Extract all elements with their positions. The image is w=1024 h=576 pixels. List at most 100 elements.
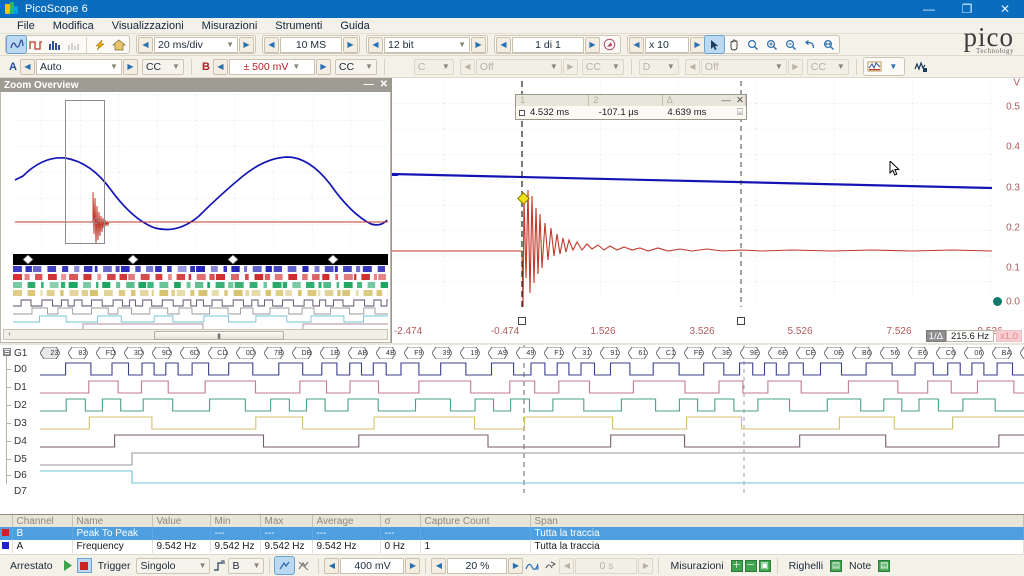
channel-a-range-decrease[interactable]: ◀ — [19, 58, 35, 75]
col-value[interactable]: Value — [152, 515, 211, 527]
bus-value-cell[interactable]: 23 — [40, 347, 69, 359]
col-name[interactable]: Name — [72, 515, 153, 527]
scope-plot-area[interactable]: V 0.5 0.4 0.3 0.2 0.1 0.0 1 2 Δ — ✕ 4.53… — [392, 78, 1024, 325]
cursor-2-handle[interactable] — [737, 317, 745, 325]
hand-pan-tool-icon[interactable] — [724, 36, 743, 53]
pretrigger-increase-button[interactable]: ▶ — [508, 557, 524, 574]
bus-value-cell[interactable]: 56 — [880, 347, 909, 359]
bus-value-cell[interactable]: 39 — [432, 347, 461, 359]
menu-guida[interactable]: Guida — [331, 18, 378, 34]
probes-dropdown-icon[interactable]: ▼ — [884, 58, 903, 75]
zoom-factor-select[interactable]: x 10 — [645, 36, 689, 53]
add-icon[interactable]: ＋ — [730, 559, 743, 572]
menu-modifica[interactable]: Modifica — [44, 18, 103, 34]
samples-select[interactable]: 10 MS — [280, 36, 342, 53]
bus-value-cell[interactable]: F9 — [404, 347, 433, 359]
bus-value-cell[interactable]: 1B — [320, 347, 349, 359]
bus-value-cell[interactable]: CD — [208, 347, 237, 359]
bus-value-cell[interactable]: 3D — [124, 347, 153, 359]
threshold-decrease-button[interactable]: ◀ — [324, 557, 340, 574]
zoom-out-icon[interactable] — [781, 36, 800, 53]
math-channel-icon[interactable] — [912, 58, 931, 75]
bus-value-cell[interactable]: BA — [992, 347, 1021, 359]
bus-decode-row[interactable]: 23 83 FD 3D 9D 6D CD 0D 7B DB 1B AB 4B F9 39 19 A9 49 F1 31… — [40, 346, 1024, 360]
menu-visualizzazioni[interactable]: Visualizzazioni — [103, 18, 193, 34]
cursor-measurement-table[interactable]: 1 2 Δ — ✕ 4.532 ms -107.1 µs 4.639 ms ⌸ — [515, 94, 747, 120]
bus-value-cell[interactable]: F1 — [544, 347, 573, 359]
scope-view-icon[interactable] — [6, 35, 27, 54]
page-next-button[interactable]: ▶ — [585, 36, 600, 53]
bus-value-cell[interactable]: 19 — [460, 347, 489, 359]
zoom-overview-close-button[interactable]: ✕ — [380, 80, 388, 90]
channel-b-range-decrease[interactable]: ◀ — [212, 58, 228, 75]
bus-value-cell[interactable]: A9 — [488, 347, 517, 359]
menu-strumenti[interactable]: Strumenti — [266, 18, 331, 34]
bus-value-cell[interactable]: C1 — [656, 347, 685, 359]
probes-icon[interactable] — [865, 58, 884, 75]
timebase-select[interactable]: 20 ms/div ▼ — [154, 36, 238, 53]
threshold-field[interactable]: 400 mV — [340, 557, 405, 574]
xy-view-icon[interactable] — [64, 36, 83, 53]
zoom-in-icon[interactable] — [762, 36, 781, 53]
channel-b-range-select[interactable]: ± 500 mV ▼ — [228, 58, 315, 75]
bus-value-cell[interactable]: 91 — [600, 347, 629, 359]
maximize-button[interactable]: ❐ — [948, 0, 986, 18]
pretrigger-decrease-button[interactable]: ◀ — [431, 557, 447, 574]
bus-value-cell[interactable]: E6 — [908, 347, 937, 359]
lock-icon[interactable]: ⌸ — [734, 107, 746, 118]
bus-value-cell[interactable]: 0D — [236, 347, 265, 359]
delay-icon[interactable] — [541, 557, 559, 574]
trigger-on-icon[interactable] — [274, 556, 296, 575]
col-min[interactable]: Min — [210, 515, 261, 527]
zoom-window-icon[interactable] — [743, 36, 762, 53]
col-sigma[interactable]: σ — [380, 515, 421, 527]
bus-value-cell[interactable]: 6D — [180, 347, 209, 359]
table-row[interactable]: A Frequency 9.542 Hz 9.542 Hz 9.542 Hz 9.542 … — [0, 540, 1024, 553]
zoom-overview-body[interactable]: ‹ ▮ — [0, 92, 391, 343]
threshold-increase-button[interactable]: ▶ — [405, 557, 421, 574]
bus-value-cell[interactable]: 31 — [572, 347, 601, 359]
bus-value-cell[interactable]: DB — [292, 347, 321, 359]
channel-b-coupling-select[interactable]: CC ▼ — [334, 58, 377, 75]
zoom-overview-scrollbar[interactable]: ‹ ▮ — [3, 329, 388, 340]
stop-icon[interactable] — [76, 558, 92, 573]
pretrigger-field[interactable]: 20 % — [447, 557, 508, 574]
histogram-view-icon[interactable] — [45, 36, 64, 53]
undo-zoom-icon[interactable] — [800, 36, 819, 53]
close-button[interactable]: ✕ — [986, 0, 1024, 18]
zoom-factor-decrease-button[interactable]: ◀ — [629, 36, 644, 53]
pointer-tool-icon[interactable] — [704, 35, 725, 54]
channel-b-range-increase[interactable]: ▶ — [315, 58, 331, 75]
col-average[interactable]: Average — [312, 515, 381, 527]
menu-file[interactable]: File — [8, 18, 44, 34]
bus-value-cell[interactable]: 9E — [740, 347, 769, 359]
samples-increase-button[interactable]: ▶ — [343, 36, 358, 53]
cursor-1-handle[interactable] — [518, 317, 526, 325]
timebase-decrease-button[interactable]: ◀ — [138, 36, 153, 53]
bus-value-cell[interactable]: 06 — [964, 347, 993, 359]
timebase-increase-button[interactable]: ▶ — [239, 36, 254, 53]
bus-value-cell[interactable]: 5A — [1020, 347, 1024, 359]
bus-value-cell[interactable]: 0E — [824, 347, 853, 359]
bus-value-cell[interactable]: FD — [96, 347, 125, 359]
bus-value-cell[interactable]: 7B — [264, 347, 293, 359]
cursor-table-close-button[interactable]: ✕ — [736, 95, 744, 106]
bus-value-cell[interactable]: 6E — [768, 347, 797, 359]
home-icon[interactable] — [109, 36, 128, 53]
resolution-decrease-button[interactable]: ◀ — [368, 36, 383, 53]
table-row[interactable]: B Peak To Peak --- --- --- --- Tutta la tracci… — [0, 527, 1024, 540]
measurements-table[interactable]: Channel Name Value Min Max Average σ Cap… — [0, 514, 1024, 554]
cursor-visibility-checkbox[interactable] — [516, 109, 528, 116]
bus-value-cell[interactable]: FE — [684, 347, 713, 359]
bus-value-cell[interactable]: 61 — [628, 347, 657, 359]
zoom-region-selector[interactable] — [65, 100, 105, 244]
advanced-trigger-icon[interactable] — [523, 557, 541, 574]
zoom-overview-minimize-button[interactable]: — — [364, 80, 374, 90]
resolution-increase-button[interactable]: ▶ — [471, 36, 486, 53]
bus-value-cell[interactable]: 83 — [68, 347, 97, 359]
channel-b-offset-marker[interactable] — [993, 297, 1002, 306]
auto-setup-icon[interactable] — [90, 36, 109, 53]
menu-misurazioni[interactable]: Misurazioni — [193, 18, 267, 34]
bus-value-cell[interactable]: B6 — [852, 347, 881, 359]
bus-value-cell[interactable]: 4B — [376, 347, 405, 359]
